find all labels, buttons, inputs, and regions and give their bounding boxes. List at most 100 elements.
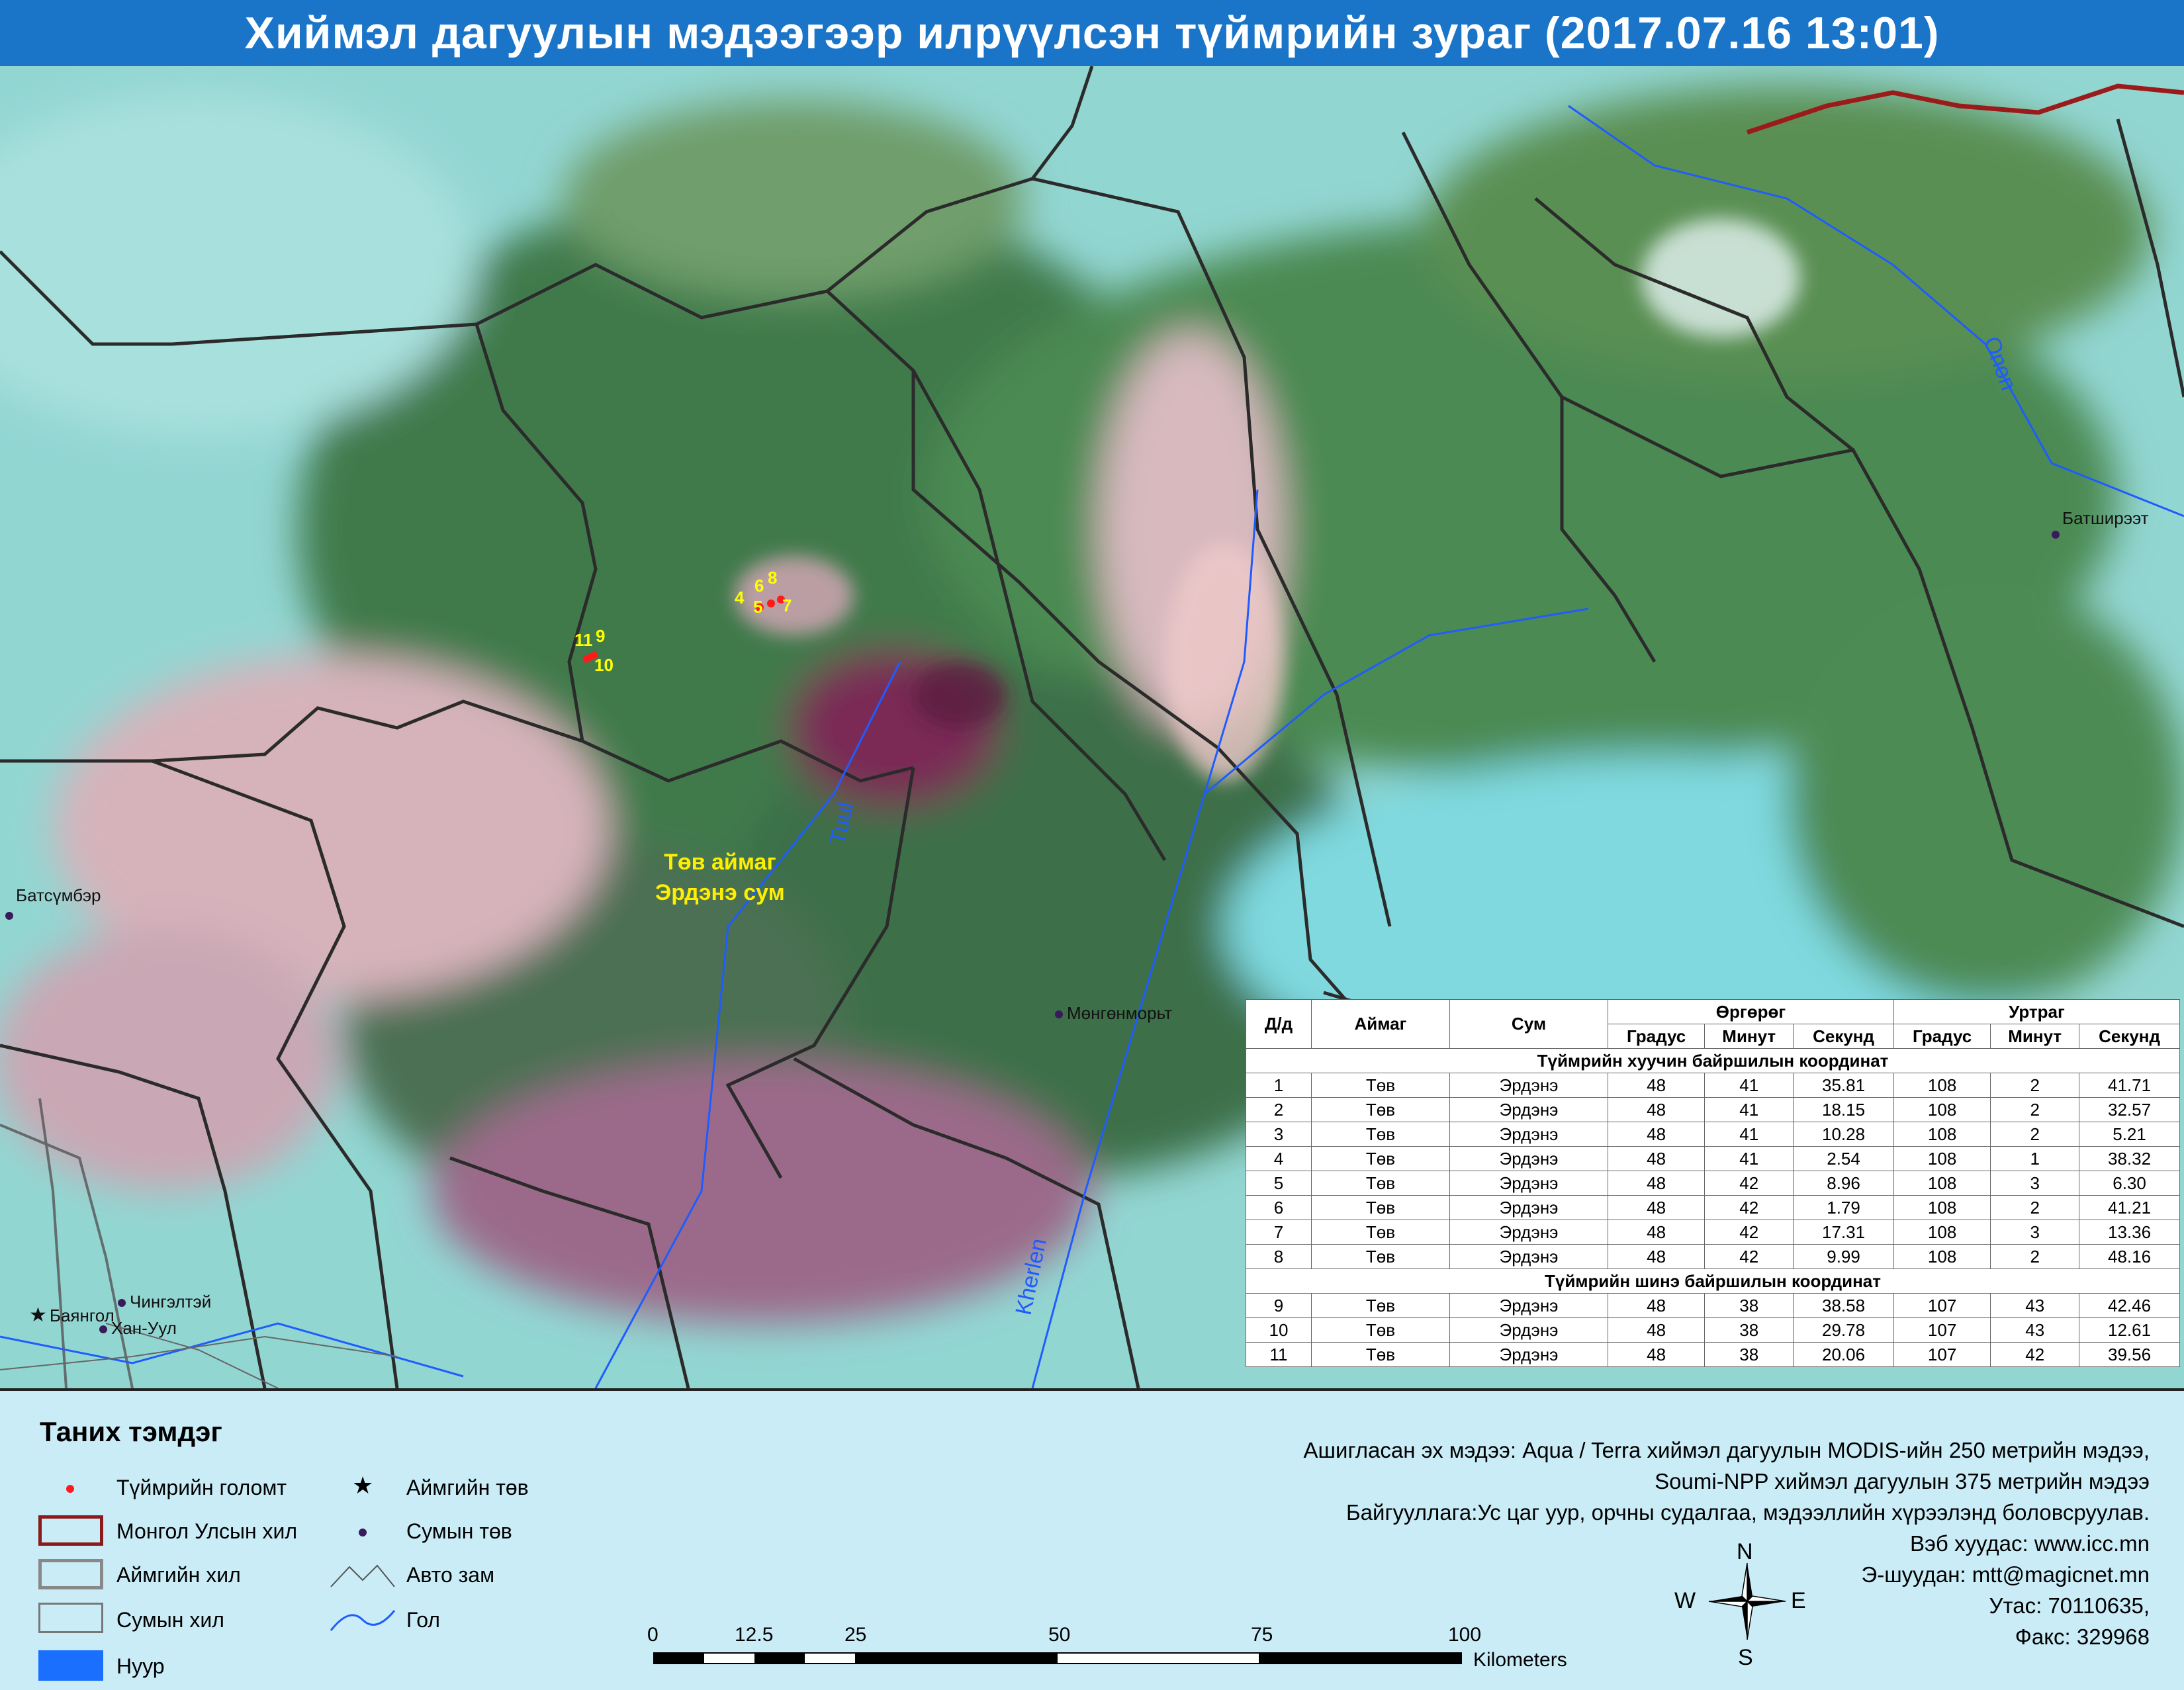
scale-tick-12-5: 12.5 [735, 1624, 774, 1646]
table-cell: 38.58 [1793, 1293, 1894, 1318]
map-title: Хиймэл дагуулын мэдээгээр илрүүлсэн түйм… [244, 8, 1940, 58]
table-cell: 41 [1704, 1073, 1794, 1098]
table-cell: 108 [1893, 1122, 1991, 1147]
table-cell: Эрдэнэ [1449, 1293, 1608, 1318]
table-cell: 3 [1990, 1171, 2080, 1196]
table-cell: 41 [1704, 1146, 1794, 1171]
legend-aimag-center: Аймгийн төв [406, 1476, 529, 1499]
table-cell: 10.28 [1793, 1122, 1894, 1147]
table-row: 5 Төв Эрдэнэ 48 42 8.96 108 3 6.30 [1246, 1171, 2180, 1196]
river-icon [330, 1610, 396, 1631]
table-cell: Эрдэнэ [1449, 1146, 1608, 1171]
info-source-2: Soumi-NPP хиймэл дагуулын 375 метрийн мэ… [1655, 1469, 2150, 1493]
table-cell: 7 [1246, 1220, 1312, 1245]
table-cell: Эрдэнэ [1449, 1195, 1608, 1220]
table-cell: 43 [1990, 1293, 2080, 1318]
table-cell: 35.81 [1793, 1073, 1894, 1098]
table-cell: Төв [1311, 1073, 1450, 1098]
table-cell: 38.32 [2079, 1146, 2180, 1171]
title-bar: Хиймэл дагуулын мэдээгээр илрүүлсэн түйм… [0, 0, 2184, 66]
legend-lake: Нуур [116, 1654, 165, 1678]
sum-center-icon [118, 1299, 126, 1308]
table-cell: 48 [1607, 1244, 1706, 1269]
table-cell: 2.54 [1793, 1146, 1894, 1171]
table-cell: 43 [1990, 1317, 2080, 1343]
table-cell: Эрдэнэ [1449, 1073, 1608, 1098]
road-icon [330, 1564, 395, 1587]
table-cell: Эрдэнэ [1449, 1244, 1608, 1269]
section-old: Түймрийн хуучин байршилын координат [1246, 1048, 2180, 1073]
table-row: 9 Төв Эрдэнэ 48 38 38.58 107 43 42.46 [1246, 1293, 2180, 1318]
col-sum: Сум [1449, 999, 1608, 1049]
table-row: 6 Төв Эрдэнэ 48 42 1.79 108 2 41.21 [1246, 1195, 2180, 1220]
sum-center-icon [5, 912, 13, 920]
col-lat-deg: Градус [1607, 1024, 1706, 1049]
place-batsumber: Батсүмбэр [4, 885, 101, 920]
aimag-border-icon [38, 1559, 103, 1589]
info-email: Э-шуудан: mtt@magicnet.mn [1861, 1562, 2150, 1587]
table-cell: 42 [1990, 1342, 2080, 1367]
info-source-1: Ашигласан эх мэдээ: Aqua / Terra хиймэл … [1303, 1438, 2150, 1462]
table-cell: 1.79 [1793, 1195, 1894, 1220]
lake-icon [38, 1650, 103, 1681]
table-cell: 5 [1246, 1171, 1312, 1196]
table-cell: 42 [1704, 1195, 1794, 1220]
table-cell: 3 [1990, 1220, 2080, 1245]
table-cell: 48 [1607, 1122, 1706, 1147]
table-cell: 107 [1893, 1342, 1991, 1367]
table-cell: 20.06 [1793, 1342, 1894, 1367]
table-cell: 2 [1990, 1195, 2080, 1220]
table-cell: 108 [1893, 1171, 1991, 1196]
table-row: 4 Төв Эрдэнэ 48 41 2.54 108 1 38.32 [1246, 1146, 2180, 1171]
place-mungunmorit: Мөнгөнморьт [1055, 1003, 1172, 1024]
area-label-aimag: Төв аймаг [664, 850, 776, 875]
scale-tick-0: 0 [647, 1624, 659, 1646]
table-row: 2 Төв Эрдэнэ 48 41 18.15 108 2 32.57 [1246, 1097, 2180, 1122]
table-cell: 108 [1893, 1195, 1991, 1220]
table-cell: 48 [1607, 1195, 1706, 1220]
fire-label-5: 5 [753, 597, 763, 617]
table-cell: 8.96 [1793, 1171, 1894, 1196]
table-cell: 10 [1246, 1317, 1312, 1343]
table-cell: 5.21 [2079, 1122, 2180, 1147]
table-cell: Эрдэнэ [1449, 1122, 1608, 1147]
table-cell: 39.56 [2079, 1342, 2180, 1367]
legend-fire: Түймрийн голомт [116, 1476, 287, 1499]
info-organization: Байгууллага:Ус цаг уур, орчны судалгаа, … [1346, 1500, 2150, 1525]
table-row: 1 Төв Эрдэнэ 48 41 35.81 108 2 41.71 [1246, 1073, 2180, 1098]
table-cell: Төв [1311, 1317, 1450, 1343]
table-cell: 41 [1704, 1097, 1794, 1122]
sum-center-icon [359, 1529, 367, 1536]
info-phone: Утас: 70110635, [1989, 1593, 2150, 1618]
table-cell: 42.46 [2079, 1293, 2180, 1318]
table-cell: 41 [1704, 1122, 1794, 1147]
legend-sum-center: Сумын төв [406, 1519, 512, 1543]
table-cell: Эрдэнэ [1449, 1342, 1608, 1367]
legend-sum-border: Сумын хил [116, 1608, 224, 1632]
table-cell: 48 [1607, 1146, 1706, 1171]
col-lat-min: Минут [1704, 1024, 1794, 1049]
table-cell: 48 [1607, 1073, 1706, 1098]
fire-point-icon [66, 1485, 74, 1493]
table-cell: 6.30 [2079, 1171, 2180, 1196]
place-mungunmorit-label: Мөнгөнморьт [1067, 1003, 1172, 1023]
table-cell: Төв [1311, 1097, 1450, 1122]
table-cell: 1 [1990, 1146, 2080, 1171]
col-lon-min: Минут [1990, 1024, 2080, 1049]
fire-label-11: 11 [574, 630, 593, 650]
aimag-center-star-icon: ★ [29, 1304, 47, 1326]
table-cell: 2 [1990, 1097, 2080, 1122]
table-cell: 38 [1704, 1342, 1794, 1367]
table-cell: 42 [1704, 1171, 1794, 1196]
fire-coordinate-table: Д/д Аймаг Сум Өргөрөг Уртраг Градус Мину… [1246, 999, 2181, 1367]
fire-label-4: 4 [735, 588, 745, 607]
table-cell: 38 [1704, 1317, 1794, 1343]
source-info: Ашигласан эх мэдээ: Aqua / Terra хиймэл … [1024, 1435, 2150, 1652]
table-cell: 108 [1893, 1244, 1991, 1269]
national-border-icon [38, 1515, 103, 1546]
table-cell: 48 [1607, 1342, 1706, 1367]
table-cell: Эрдэнэ [1449, 1220, 1608, 1245]
legend-aimag-border: Аймгийн хил [116, 1563, 241, 1587]
table-cell: 2 [1990, 1122, 2080, 1147]
col-longitude: Уртраг [1893, 999, 2181, 1024]
